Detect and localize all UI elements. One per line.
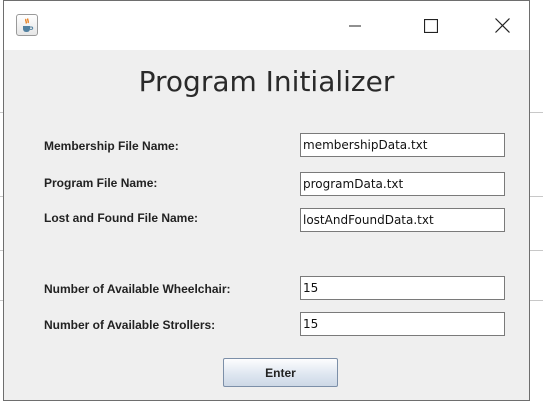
close-icon [494, 18, 510, 33]
maximize-icon [424, 18, 438, 33]
dialog-heading: Program Initializer [138, 65, 395, 98]
java-coffee-icon [16, 14, 38, 36]
wheelchair-count-input[interactable] [300, 276, 505, 300]
minimize-icon [349, 25, 361, 26]
program-file-label: Program File Name: [44, 176, 158, 190]
enter-button[interactable]: Enter [223, 358, 338, 387]
maximize-button[interactable] [408, 1, 454, 50]
lost-found-file-input[interactable] [300, 208, 505, 232]
program-initializer-window: Program Initializer Membership File Name… [3, 0, 530, 401]
strollers-count-label: Number of Available Strollers: [44, 318, 216, 332]
membership-file-input[interactable] [300, 133, 505, 157]
title-bar [4, 1, 529, 50]
strollers-count-input[interactable] [300, 312, 505, 336]
minimize-button[interactable] [332, 1, 378, 50]
lost-found-file-label: Lost and Found File Name: [44, 211, 199, 225]
close-button[interactable] [479, 1, 525, 50]
wheelchair-count-label: Number of Available Wheelchair: [44, 282, 231, 296]
membership-file-label: Membership File Name: [44, 139, 179, 153]
program-file-input[interactable] [300, 172, 505, 196]
